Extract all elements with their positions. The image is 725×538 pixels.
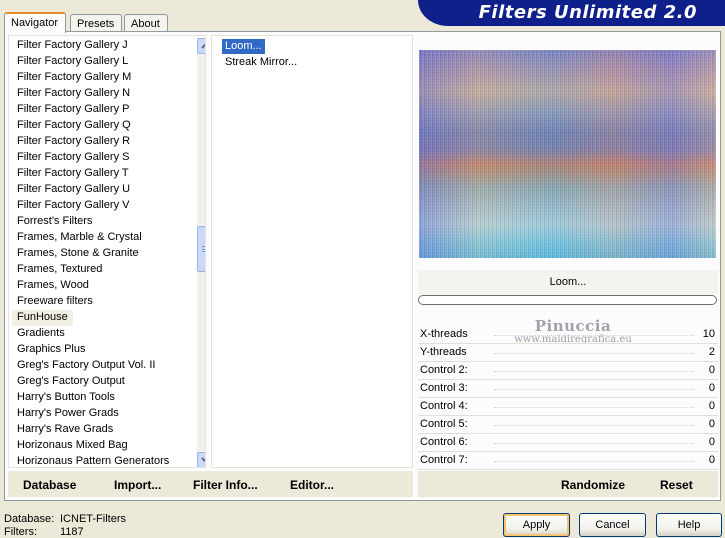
scroll-down-button[interactable] bbox=[197, 452, 205, 467]
help-button[interactable]: Help bbox=[656, 513, 722, 537]
control-row-4[interactable]: Control 4: 0 bbox=[418, 398, 718, 416]
scroll-up-button[interactable] bbox=[197, 38, 205, 54]
slider-track[interactable] bbox=[494, 335, 694, 336]
editor-button[interactable]: Editor... bbox=[290, 478, 334, 492]
title-banner: Filters Unlimited 2.0 bbox=[418, 0, 725, 26]
list-action-bar: Database Import... Filter Info... Editor… bbox=[8, 471, 413, 497]
list-item[interactable]: Filter Factory Gallery N bbox=[12, 86, 135, 102]
list-item[interactable]: Greg's Factory Output Vol. II bbox=[12, 358, 160, 374]
control-label: X-threads bbox=[420, 328, 468, 340]
slider-track[interactable] bbox=[494, 443, 694, 444]
list-item[interactable]: Frames, Textured bbox=[12, 262, 107, 278]
list-item[interactable]: Horizonaus Pattern Generators bbox=[12, 454, 174, 467]
list-item[interactable]: Frames, Stone & Granite bbox=[12, 246, 144, 262]
tab-about[interactable]: About bbox=[124, 14, 168, 32]
list-item[interactable]: Filter Factory Gallery P bbox=[12, 102, 134, 118]
filter-info-button[interactable]: Filter Info... bbox=[193, 478, 258, 492]
cancel-button[interactable]: Cancel bbox=[579, 513, 646, 537]
control-label: Control 4: bbox=[420, 400, 468, 412]
control-label: Control 2: bbox=[420, 364, 468, 376]
apply-button[interactable]: Apply bbox=[503, 513, 570, 537]
database-button[interactable]: Database bbox=[23, 478, 76, 492]
control-value: 10 bbox=[702, 328, 715, 340]
list-item[interactable]: Filter Factory Gallery V bbox=[12, 198, 134, 214]
scroll-thumb[interactable] bbox=[197, 226, 205, 272]
control-row-6[interactable]: Control 6: 0 bbox=[418, 434, 718, 452]
randomize-button[interactable]: Randomize bbox=[561, 478, 625, 492]
control-row-2[interactable]: Control 2: 0 bbox=[418, 362, 718, 380]
list-item[interactable]: Filter Factory Gallery L bbox=[12, 54, 133, 70]
control-label: Control 3: bbox=[420, 382, 468, 394]
list-item-selected[interactable]: FunHouse bbox=[12, 310, 73, 326]
control-value: 2 bbox=[708, 346, 715, 358]
slider-track[interactable] bbox=[494, 353, 694, 354]
control-value: 0 bbox=[708, 400, 715, 412]
reset-button[interactable]: Reset bbox=[660, 478, 693, 492]
control-label: Control 6: bbox=[420, 436, 468, 448]
control-label: Control 5: bbox=[420, 418, 468, 430]
slider-track[interactable] bbox=[494, 389, 694, 390]
category-list[interactable]: Filter Factory Gallery J Filter Factory … bbox=[8, 35, 206, 468]
app-title: Filters Unlimited 2.0 bbox=[478, 2, 697, 23]
progress-bar bbox=[418, 295, 717, 305]
control-value: 0 bbox=[708, 418, 715, 430]
list-item[interactable]: Filter Factory Gallery J bbox=[12, 38, 133, 54]
chevron-down-icon bbox=[200, 457, 205, 463]
filter-item-selected[interactable]: Loom... bbox=[222, 39, 265, 54]
control-label: Y-threads bbox=[420, 346, 467, 358]
category-scrollbar[interactable] bbox=[197, 38, 205, 467]
database-value: ICNET-Filters bbox=[60, 513, 126, 525]
grip-icon bbox=[202, 246, 205, 252]
list-item[interactable]: Freeware filters bbox=[12, 294, 98, 310]
control-value: 0 bbox=[708, 382, 715, 394]
tab-presets[interactable]: Presets bbox=[70, 14, 122, 32]
control-action-bar: Randomize Reset bbox=[418, 471, 718, 497]
filters-count: 1187 bbox=[60, 526, 84, 538]
control-row-7[interactable]: Control 7: 0 bbox=[418, 452, 718, 470]
list-item[interactable]: Harry's Button Tools bbox=[12, 390, 120, 406]
slider-track[interactable] bbox=[494, 425, 694, 426]
list-item[interactable]: Frames, Wood bbox=[12, 278, 94, 294]
list-item[interactable]: Gradients bbox=[12, 326, 70, 342]
slider-track[interactable] bbox=[494, 461, 694, 462]
filter-name-bar: Loom... bbox=[418, 270, 718, 294]
control-row-x-threads[interactable]: X-threads 10 bbox=[418, 326, 718, 344]
list-item[interactable]: Filter Factory Gallery U bbox=[12, 182, 135, 198]
list-item[interactable]: Filter Factory Gallery Q bbox=[12, 118, 136, 134]
preview-image bbox=[419, 50, 716, 258]
control-row-5[interactable]: Control 5: 0 bbox=[418, 416, 718, 434]
control-row-3[interactable]: Control 3: 0 bbox=[418, 380, 718, 398]
list-item[interactable]: Forrest's Filters bbox=[12, 214, 97, 230]
preview-filter-name: Loom... bbox=[549, 276, 587, 288]
import-button[interactable]: Import... bbox=[114, 478, 161, 492]
control-value: 0 bbox=[708, 454, 715, 466]
list-item[interactable]: Filter Factory Gallery T bbox=[12, 166, 134, 182]
control-value: 0 bbox=[708, 364, 715, 376]
filter-item[interactable]: Streak Mirror... bbox=[222, 55, 300, 70]
list-item[interactable]: Greg's Factory Output bbox=[12, 374, 130, 390]
slider-track[interactable] bbox=[494, 371, 694, 372]
slider-track[interactable] bbox=[494, 407, 694, 408]
list-item[interactable]: Filter Factory Gallery M bbox=[12, 70, 136, 86]
filter-list[interactable]: Loom... Streak Mirror... bbox=[211, 35, 413, 468]
list-item[interactable]: Harry's Power Grads bbox=[12, 406, 124, 422]
control-row-y-threads[interactable]: Y-threads 2 bbox=[418, 344, 718, 362]
control-value: 0 bbox=[708, 436, 715, 448]
list-item[interactable]: Filter Factory Gallery S bbox=[12, 150, 134, 166]
control-label: Control 7: bbox=[420, 454, 468, 466]
tab-navigator[interactable]: Navigator bbox=[4, 12, 66, 33]
list-item[interactable]: Graphics Plus bbox=[12, 342, 90, 358]
list-item[interactable]: Horizonaus Mixed Bag bbox=[12, 438, 133, 454]
database-label: Database: bbox=[4, 513, 55, 525]
list-item[interactable]: Filter Factory Gallery R bbox=[12, 134, 135, 150]
status-info: Database: ICNET-Filters Filters: 1187 bbox=[4, 513, 126, 538]
filters-label: Filters: bbox=[4, 526, 37, 538]
chevron-up-icon bbox=[200, 43, 205, 49]
list-item[interactable]: Harry's Rave Grads bbox=[12, 422, 118, 438]
list-item[interactable]: Frames, Marble & Crystal bbox=[12, 230, 147, 246]
